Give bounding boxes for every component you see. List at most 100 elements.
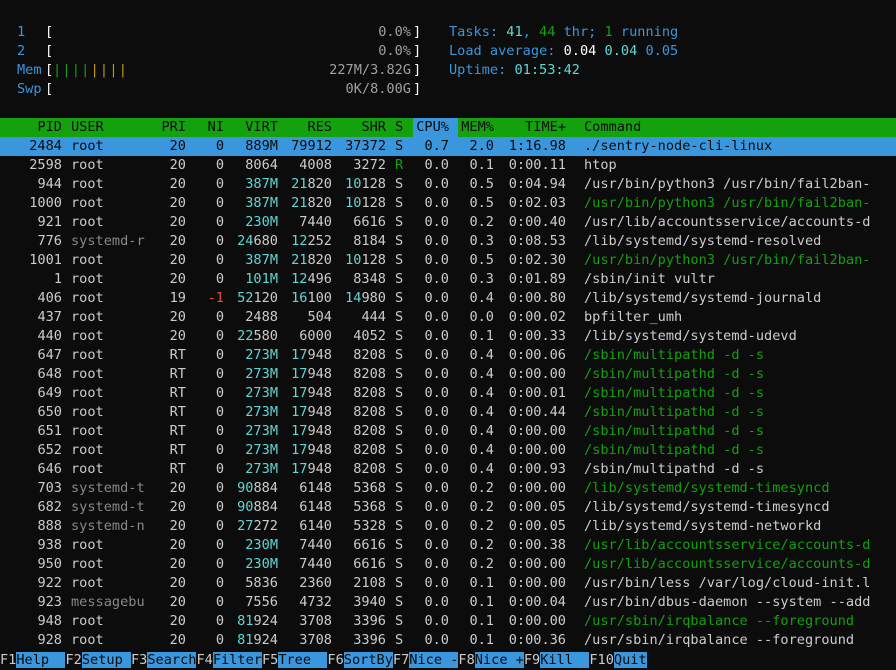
process-row[interactable]: 2484 root 20 0 889M 79912 37372 S 0.7 2.0 1:16.98.…	[0, 137, 896, 156]
process-row[interactable]: 652 root RT 0 273M 17948 8208 S 0.0 0.4 0:00.00/sb…	[0, 441, 896, 460]
process-cpu: 0.0	[424, 575, 449, 591]
process-row[interactable]: 922 root 20 0 5836 2360 2108 S 0.0 0.1 0:00.00/usr…	[0, 574, 896, 593]
process-priority: 20	[169, 309, 186, 325]
process-row[interactable]: 651 root RT 0 273M 17948 8208 S 0.0 0.4 0:00.00/sb…	[0, 422, 896, 441]
process-row[interactable]: 646 root RT 0 273M 17948 8208 S 0.0 0.4 0:00.93/sb…	[0, 460, 896, 479]
process-nice: 0	[215, 613, 224, 629]
fkey-f7[interactable]: F7	[393, 652, 409, 668]
column-header-s[interactable]: S	[395, 118, 403, 137]
process-row[interactable]: 921 root 20 0 230M 7440 6616 S 0.0 0.2 0:00.40/usr…	[0, 213, 896, 232]
process-row[interactable]: 703 systemd-t 20 0 90884 6148 5368 S 0.0 0.2 0:00.…	[0, 479, 896, 498]
process-cpu: 0.0	[424, 195, 449, 211]
process-shr: 8208	[353, 404, 386, 420]
fkey-f1[interactable]: F1	[0, 652, 16, 668]
process-mem: 0.5	[469, 195, 494, 211]
fkey-f6[interactable]: F6	[327, 652, 343, 668]
fkey-label-f3[interactable]: Search	[147, 652, 197, 668]
process-row[interactable]: 682 systemd-t 20 0 90884 6148 5368 S 0.0 0.2 0:00.…	[0, 498, 896, 517]
column-header-ni[interactable]: NI	[208, 118, 224, 137]
process-cpu: 0.0	[424, 176, 449, 192]
process-state: S	[395, 290, 404, 306]
process-state: S	[395, 613, 404, 629]
process-state: S	[395, 575, 404, 591]
process-cpu: 0.0	[424, 233, 449, 249]
process-cpu: 0.0	[424, 423, 449, 439]
process-mem: 0.2	[469, 480, 494, 496]
process-user: root	[71, 157, 104, 173]
process-row[interactable]: 648 root RT 0 273M 17948 8208 S 0.0 0.4 0:00.00/sb…	[0, 365, 896, 384]
fkey-label-f5[interactable]: Tree	[278, 652, 328, 668]
process-command: /lib/systemd/systemd-resolved	[584, 233, 822, 249]
fkey-label-f1[interactable]: Help	[16, 652, 66, 668]
process-shr: 3940	[353, 594, 386, 610]
column-header-cpu[interactable]: CPU%	[416, 118, 449, 137]
column-header-time[interactable]: TIME+	[525, 118, 566, 137]
process-nice: 0	[215, 157, 224, 173]
process-virt: 273M	[245, 385, 278, 401]
fkey-label-f4[interactable]: Filter	[212, 652, 262, 668]
fkey-label-f7[interactable]: Nice -	[409, 652, 459, 668]
column-header-shr[interactable]: SHR	[361, 118, 386, 137]
fkey-f3[interactable]: F3	[131, 652, 147, 668]
column-header-user[interactable]: USER	[71, 118, 104, 137]
process-row[interactable]: 440 root 20 0 22580 6000 4052 S 0.0 0.1 0:00.33/li…	[0, 327, 896, 346]
process-pid: 648	[37, 366, 62, 382]
process-row[interactable]: 406 root 19 -1 52120 16100 14980 S 0.0 0.4 0:00.80…	[0, 289, 896, 308]
process-cpu: 0.7	[424, 138, 449, 154]
fkey-f4[interactable]: F4	[196, 652, 212, 668]
fkey-label-f9[interactable]: Kill	[540, 652, 590, 668]
process-time: 0:00.33	[508, 328, 566, 344]
process-res: 17948	[291, 423, 332, 439]
process-user: messagebu	[71, 594, 145, 610]
column-header-mem[interactable]: MEM%	[461, 118, 494, 137]
process-row[interactable]: 928 root 20 0 81924 3708 3396 S 0.0 0.1 0:00.36/us…	[0, 631, 896, 650]
process-row[interactable]: 649 root RT 0 273M 17948 8208 S 0.0 0.4 0:00.01/sb…	[0, 384, 896, 403]
process-time: 0:00.40	[508, 214, 566, 230]
fkey-f9[interactable]: F9	[524, 652, 540, 668]
process-res: 4008	[299, 157, 332, 173]
process-row[interactable]: 938 root 20 0 230M 7440 6616 S 0.0 0.2 0:00.38/usr…	[0, 536, 896, 555]
process-res: 17948	[291, 366, 332, 382]
fkey-label-f2[interactable]: Setup	[81, 652, 131, 668]
fkey-label-f10[interactable]: Quit	[613, 652, 647, 668]
fkey-f5[interactable]: F5	[262, 652, 278, 668]
process-row[interactable]: 950 root 20 0 230M 7440 6616 S 0.0 0.2 0:00.00/usr…	[0, 555, 896, 574]
process-shr: 8208	[353, 385, 386, 401]
fkey-f10[interactable]: F10	[589, 652, 614, 668]
process-cpu: 0.0	[424, 480, 449, 496]
column-header-command[interactable]: Command	[584, 118, 641, 137]
process-row[interactable]: 776 systemd-r 20 0 24680 12252 8184 S 0.0 0.3 0:08…	[0, 232, 896, 251]
process-row[interactable]: 2598 root 20 0 8064 4008 3272 R 0.0 0.1 0:00.11 hto…	[0, 156, 896, 175]
process-row[interactable]: 650 root RT 0 273M 17948 8208 S 0.0 0.4 0:00.44/sb…	[0, 403, 896, 422]
process-virt: 90884	[237, 480, 278, 496]
column-header-virt[interactable]: VIRT	[245, 118, 278, 137]
process-row[interactable]: 948 root 20 0 81924 3708 3396 S 0.0 0.1 0:00.00/us…	[0, 612, 896, 631]
process-row[interactable]: 1001 root 20 0 387M 21820 10128 S 0.0 0.5 0:02.30 /…	[0, 251, 896, 270]
process-priority: 20	[169, 252, 186, 268]
process-shr: 5368	[353, 499, 386, 515]
column-header-pri[interactable]: PRI	[161, 118, 186, 137]
process-shr: 4052	[353, 328, 386, 344]
fkey-label-f6[interactable]: SortBy	[343, 652, 393, 668]
process-mem: 0.1	[469, 594, 494, 610]
process-row[interactable]: 944 root 20 0 387M 21820 10128 S 0.0 0.5 0:04.94/u…	[0, 175, 896, 194]
process-virt: 273M	[245, 423, 278, 439]
column-header-pid[interactable]: PID	[37, 118, 62, 137]
process-row[interactable]: 437 root 20 0 2488 504 444 S 0.0 0.0 0:00.02 bpfilt…	[0, 308, 896, 327]
column-header-res[interactable]: RES	[307, 118, 332, 137]
process-res: 6148	[299, 499, 332, 515]
process-command: /sbin/init vultr	[584, 271, 715, 287]
fkey-label-f8[interactable]: Nice +	[474, 652, 524, 668]
fkey-f2[interactable]: F2	[65, 652, 81, 668]
process-state: S	[395, 195, 404, 211]
process-time: 0:00.01	[508, 385, 566, 401]
process-row[interactable]: 1 root 20 0 101M 12496 8348 S 0.0 0.3 0:01.89/sbin…	[0, 270, 896, 289]
process-virt: 90884	[237, 499, 278, 515]
process-row[interactable]: 923 messagebu 20 0 7556 4732 3940 S 0.0 0.1 0:00.0…	[0, 593, 896, 612]
fkey-f8[interactable]: F8	[458, 652, 474, 668]
process-row[interactable]: 1000 root 20 0 387M 21820 10128 S 0.0 0.5 0:02.03 /…	[0, 194, 896, 213]
process-state: S	[395, 423, 404, 439]
htop-terminal[interactable]: 1[0.0%] 2[0.0%] Mem[|||||||| 227M/3.82G] …	[0, 0, 896, 670]
process-row[interactable]: 647 root RT 0 273M 17948 8208 S 0.0 0.4 0:00.06/sb…	[0, 346, 896, 365]
process-row[interactable]: 888 systemd-n 20 0 27272 6140 5328 S 0.0 0.2 0:00.…	[0, 517, 896, 536]
